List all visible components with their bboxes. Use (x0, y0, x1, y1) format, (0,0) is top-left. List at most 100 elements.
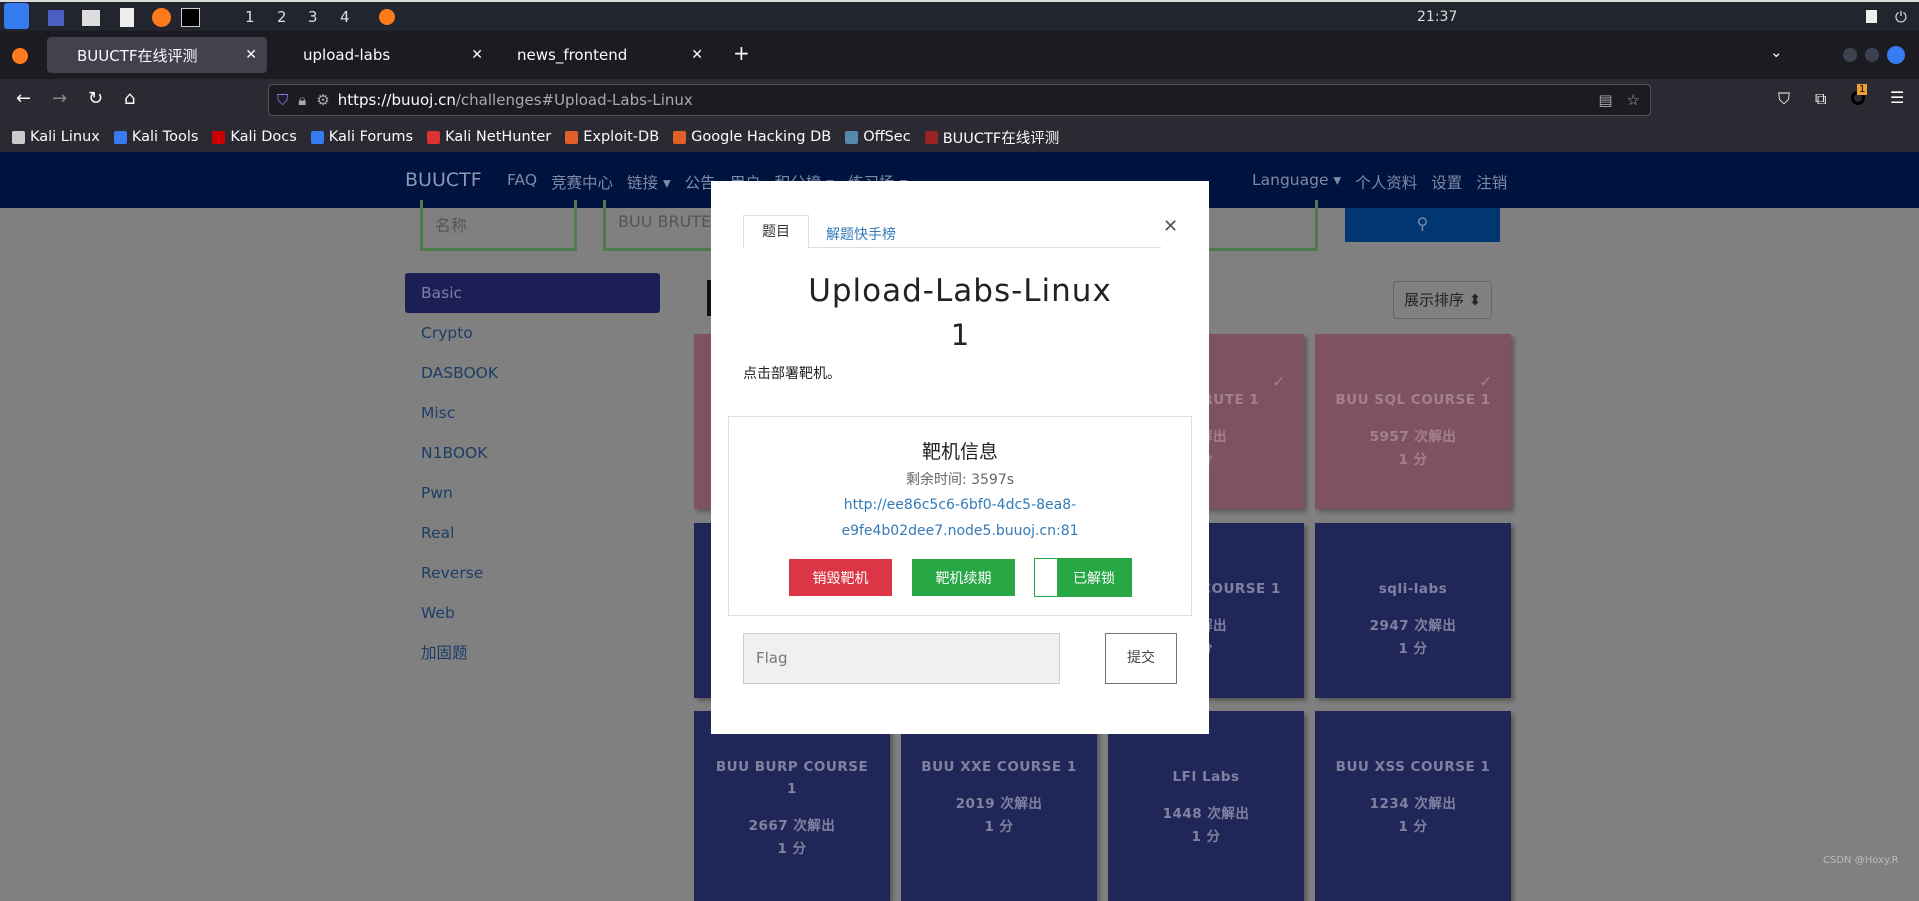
terminal-icon[interactable] (181, 8, 200, 27)
site-nav-right-item[interactable]: 注销 (1476, 171, 1507, 193)
card-points: 1 分 (1398, 819, 1428, 835)
desktop-icon[interactable] (48, 10, 64, 26)
bookmark-label: Google Hacking DB (691, 129, 832, 145)
tab-leaderboard[interactable]: 解题快手榜 (826, 224, 896, 244)
permissions-icon[interactable]: ⚙ (316, 91, 329, 109)
reload-button[interactable]: ↻ (88, 88, 103, 109)
close-tab-icon[interactable]: ✕ (245, 47, 257, 63)
pocket-icon[interactable]: ⛉ (1778, 89, 1790, 109)
home-button[interactable]: ⌂ (124, 88, 135, 109)
bookmark-item[interactable]: Exploit-DB (565, 129, 659, 145)
bookmark-item[interactable]: Google Hacking DB (673, 129, 831, 145)
firefox-launcher-icon[interactable] (152, 8, 171, 27)
sidebar-item[interactable]: DASBOOK (405, 353, 660, 393)
site-nav-right-item[interactable]: 设置 (1431, 171, 1462, 193)
lock-icon[interactable] (1866, 10, 1877, 23)
workspace-1[interactable]: 1 (245, 8, 255, 26)
workspace-3[interactable]: 3 (308, 8, 318, 26)
card-name: BUU SQL COURSE 1 (1335, 392, 1491, 408)
bookmark-item[interactable]: Kali Forums (310, 129, 413, 145)
workspace-4[interactable]: 4 (340, 8, 350, 26)
tab-title: upload-labs (303, 46, 391, 64)
logout-icon[interactable]: ⏻ (1895, 8, 1907, 26)
sidebar-item[interactable]: Basic (405, 273, 660, 313)
firefox-window-icon[interactable] (379, 9, 395, 25)
extension-badge: 1 (1857, 84, 1868, 95)
card-solves: 5957 次解出 (1369, 429, 1457, 445)
workspace-2[interactable]: 2 (277, 8, 287, 26)
list-tabs-icon[interactable]: ⌄ (1770, 43, 1783, 61)
sidebar-item[interactable]: Misc (405, 393, 660, 433)
bookmark-icon (565, 130, 579, 144)
challenge-card[interactable]: sqli-labs 2947 次解出 1 分 (1315, 523, 1511, 698)
tab-challenge[interactable]: 题目 (743, 215, 809, 249)
name-search-input[interactable]: 名称 (420, 200, 577, 251)
extensions-icon[interactable]: ⧉ (1815, 89, 1826, 109)
card-solves: 1448 次解出 (1162, 806, 1250, 822)
maximize-button[interactable] (1865, 48, 1879, 62)
shield-icon[interactable]: ⛉ (277, 91, 288, 109)
sidebar-item[interactable]: Crypto (405, 313, 660, 353)
search-button[interactable]: ⚲ (1345, 208, 1500, 242)
bookmark-icon (212, 130, 226, 144)
sidebar-item[interactable]: Web (405, 593, 660, 633)
site-nav-item[interactable]: FAQ (507, 171, 537, 193)
card-name: LFI Labs (1172, 769, 1240, 785)
flag-input[interactable]: Flag (743, 633, 1060, 684)
close-window-button[interactable] (1887, 46, 1905, 64)
card-solves: 2667 次解出 (748, 818, 836, 834)
lock-icon[interactable]: 🔒︎ (298, 91, 306, 109)
app-menu-icon[interactable]: ☰ (1890, 88, 1904, 107)
bookmark-item[interactable]: Kali NetHunter (427, 129, 551, 145)
submit-flag-button[interactable]: 提交 (1105, 633, 1177, 684)
new-tab-button[interactable]: + (733, 41, 750, 65)
tab-news-frontend[interactable]: news_frontend ✕ (493, 37, 713, 73)
forward-button[interactable]: → (52, 88, 67, 109)
site-nav-right-item[interactable]: Language ▾ (1252, 171, 1341, 193)
tab-buuctf[interactable]: BUUCTF在线评测 ✕ (47, 37, 267, 73)
challenge-card[interactable]: LFI Labs 1448 次解出 1 分 (1108, 711, 1304, 901)
tab-title: BUUCTF在线评测 (77, 46, 198, 65)
os-taskbar: 1 2 3 4 21:37 ⏻ (0, 0, 1919, 31)
challenge-card[interactable]: BUU BURP COURSE 1 2667 次解出 1 分 (694, 711, 890, 901)
bookmark-item[interactable]: Kali Tools (113, 129, 198, 145)
sidebar-item[interactable]: Real (405, 513, 660, 553)
files-icon[interactable] (82, 10, 100, 26)
close-tab-icon[interactable]: ✕ (691, 47, 703, 63)
site-nav-item[interactable]: 链接 ▾ (627, 171, 671, 193)
back-button[interactable]: ← (16, 88, 31, 109)
site-nav-item[interactable]: 竞赛中心 (551, 171, 613, 193)
challenge-card[interactable]: BUU XSS COURSE 1 1234 次解出 1 分 (1315, 711, 1511, 901)
bookmarks-bar: Kali Linux Kali Tools Kali Docs Kali Forums… (0, 122, 1919, 152)
close-tab-icon[interactable]: ✕ (471, 47, 483, 63)
site-nav-right-item[interactable]: 个人资料 (1355, 171, 1417, 193)
sort-select[interactable]: 展示排序 ⬍ (1393, 281, 1492, 319)
sidebar-item[interactable]: Reverse (405, 553, 660, 593)
minimize-button[interactable] (1843, 48, 1857, 62)
sidebar-item[interactable]: 加固题 (405, 633, 660, 673)
destroy-instance-button[interactable]: 销毁靶机 (789, 559, 892, 596)
bookmark-item[interactable]: BUUCTF在线评测 (924, 127, 1059, 148)
sidebar-item[interactable]: N1BOOK (405, 433, 660, 473)
instance-url-line-2[interactable]: e9fe4b02dee7.node5.buuoj.cn:81 (729, 523, 1191, 539)
challenge-card[interactable]: BUU XXE COURSE 1 2019 次解出 1 分 (901, 711, 1097, 901)
tab-upload-labs[interactable]: upload-labs ✕ (273, 37, 493, 73)
site-brand[interactable]: BUUCTF (405, 169, 482, 191)
bookmark-item[interactable]: Kali Docs (212, 129, 297, 145)
instance-url-line-1[interactable]: http://ee86c5c6-6bf0-4dc5-8ea8- (729, 497, 1191, 513)
bookmark-item[interactable]: OffSec (845, 129, 911, 145)
reader-view-icon[interactable]: ▤ (1598, 91, 1612, 109)
editor-icon[interactable] (120, 8, 134, 27)
sidebar-item[interactable]: Pwn (405, 473, 660, 513)
bookmark-item[interactable]: Kali Linux (12, 129, 100, 145)
url-path: /challenges#Upload-Labs-Linux (455, 91, 693, 109)
firefox-menu-icon[interactable] (12, 48, 28, 64)
url-bar[interactable]: ⛉ 🔒︎ ⚙ https://buuoj.cn/challenges#Uploa… (268, 84, 1651, 116)
challenge-card[interactable]: ✓ BUU SQL COURSE 1 5957 次解出 1 分 (1315, 334, 1511, 509)
watermark: CSDN @Hoxy.R (1823, 855, 1899, 866)
kali-menu-icon[interactable] (4, 3, 29, 29)
unlock-toggle[interactable]: 已解锁 (1034, 558, 1132, 597)
close-icon[interactable]: ✕ (1163, 216, 1178, 237)
bookmark-star-icon[interactable]: ☆ (1627, 91, 1640, 109)
renew-instance-button[interactable]: 靶机续期 (912, 559, 1015, 596)
